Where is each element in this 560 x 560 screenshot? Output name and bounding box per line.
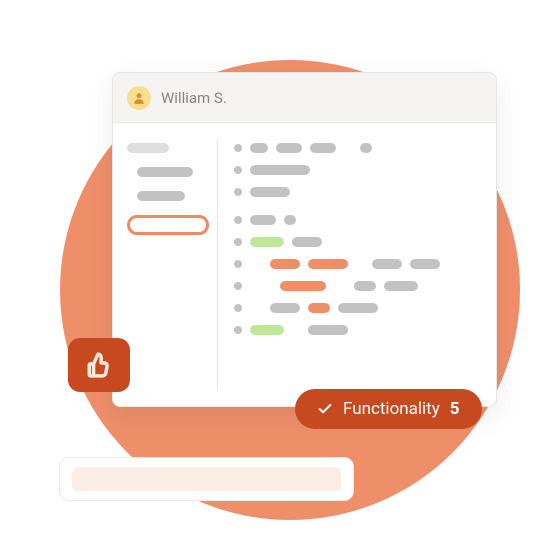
- code-line: [234, 281, 480, 291]
- window-body: [113, 123, 496, 406]
- sidebar-item[interactable]: [127, 143, 169, 153]
- check-icon: [317, 401, 333, 417]
- code-review-window: William S.: [112, 72, 497, 407]
- code-line: [234, 325, 480, 335]
- like-badge[interactable]: [68, 338, 130, 392]
- sidebar-item[interactable]: [137, 167, 193, 177]
- code-line: [234, 237, 480, 247]
- user-avatar-icon: [127, 86, 151, 110]
- code-line: [234, 215, 480, 225]
- badge-score: 5: [450, 399, 460, 419]
- functionality-badge[interactable]: Functionality 5: [295, 389, 482, 429]
- code-panel: [218, 123, 496, 406]
- code-line: [234, 143, 480, 153]
- code-line: [234, 187, 480, 197]
- sidebar-item[interactable]: [137, 191, 185, 201]
- comment-input[interactable]: [59, 457, 354, 501]
- comment-input-fill: [72, 467, 341, 491]
- code-line: [234, 303, 480, 313]
- window-titlebar: William S.: [113, 73, 496, 123]
- code-line: [234, 165, 480, 175]
- thumbs-up-icon: [86, 352, 112, 378]
- code-line: [234, 259, 480, 269]
- sidebar-item-active[interactable]: [127, 215, 209, 235]
- user-name: William S.: [161, 89, 227, 107]
- badge-label: Functionality: [343, 399, 440, 419]
